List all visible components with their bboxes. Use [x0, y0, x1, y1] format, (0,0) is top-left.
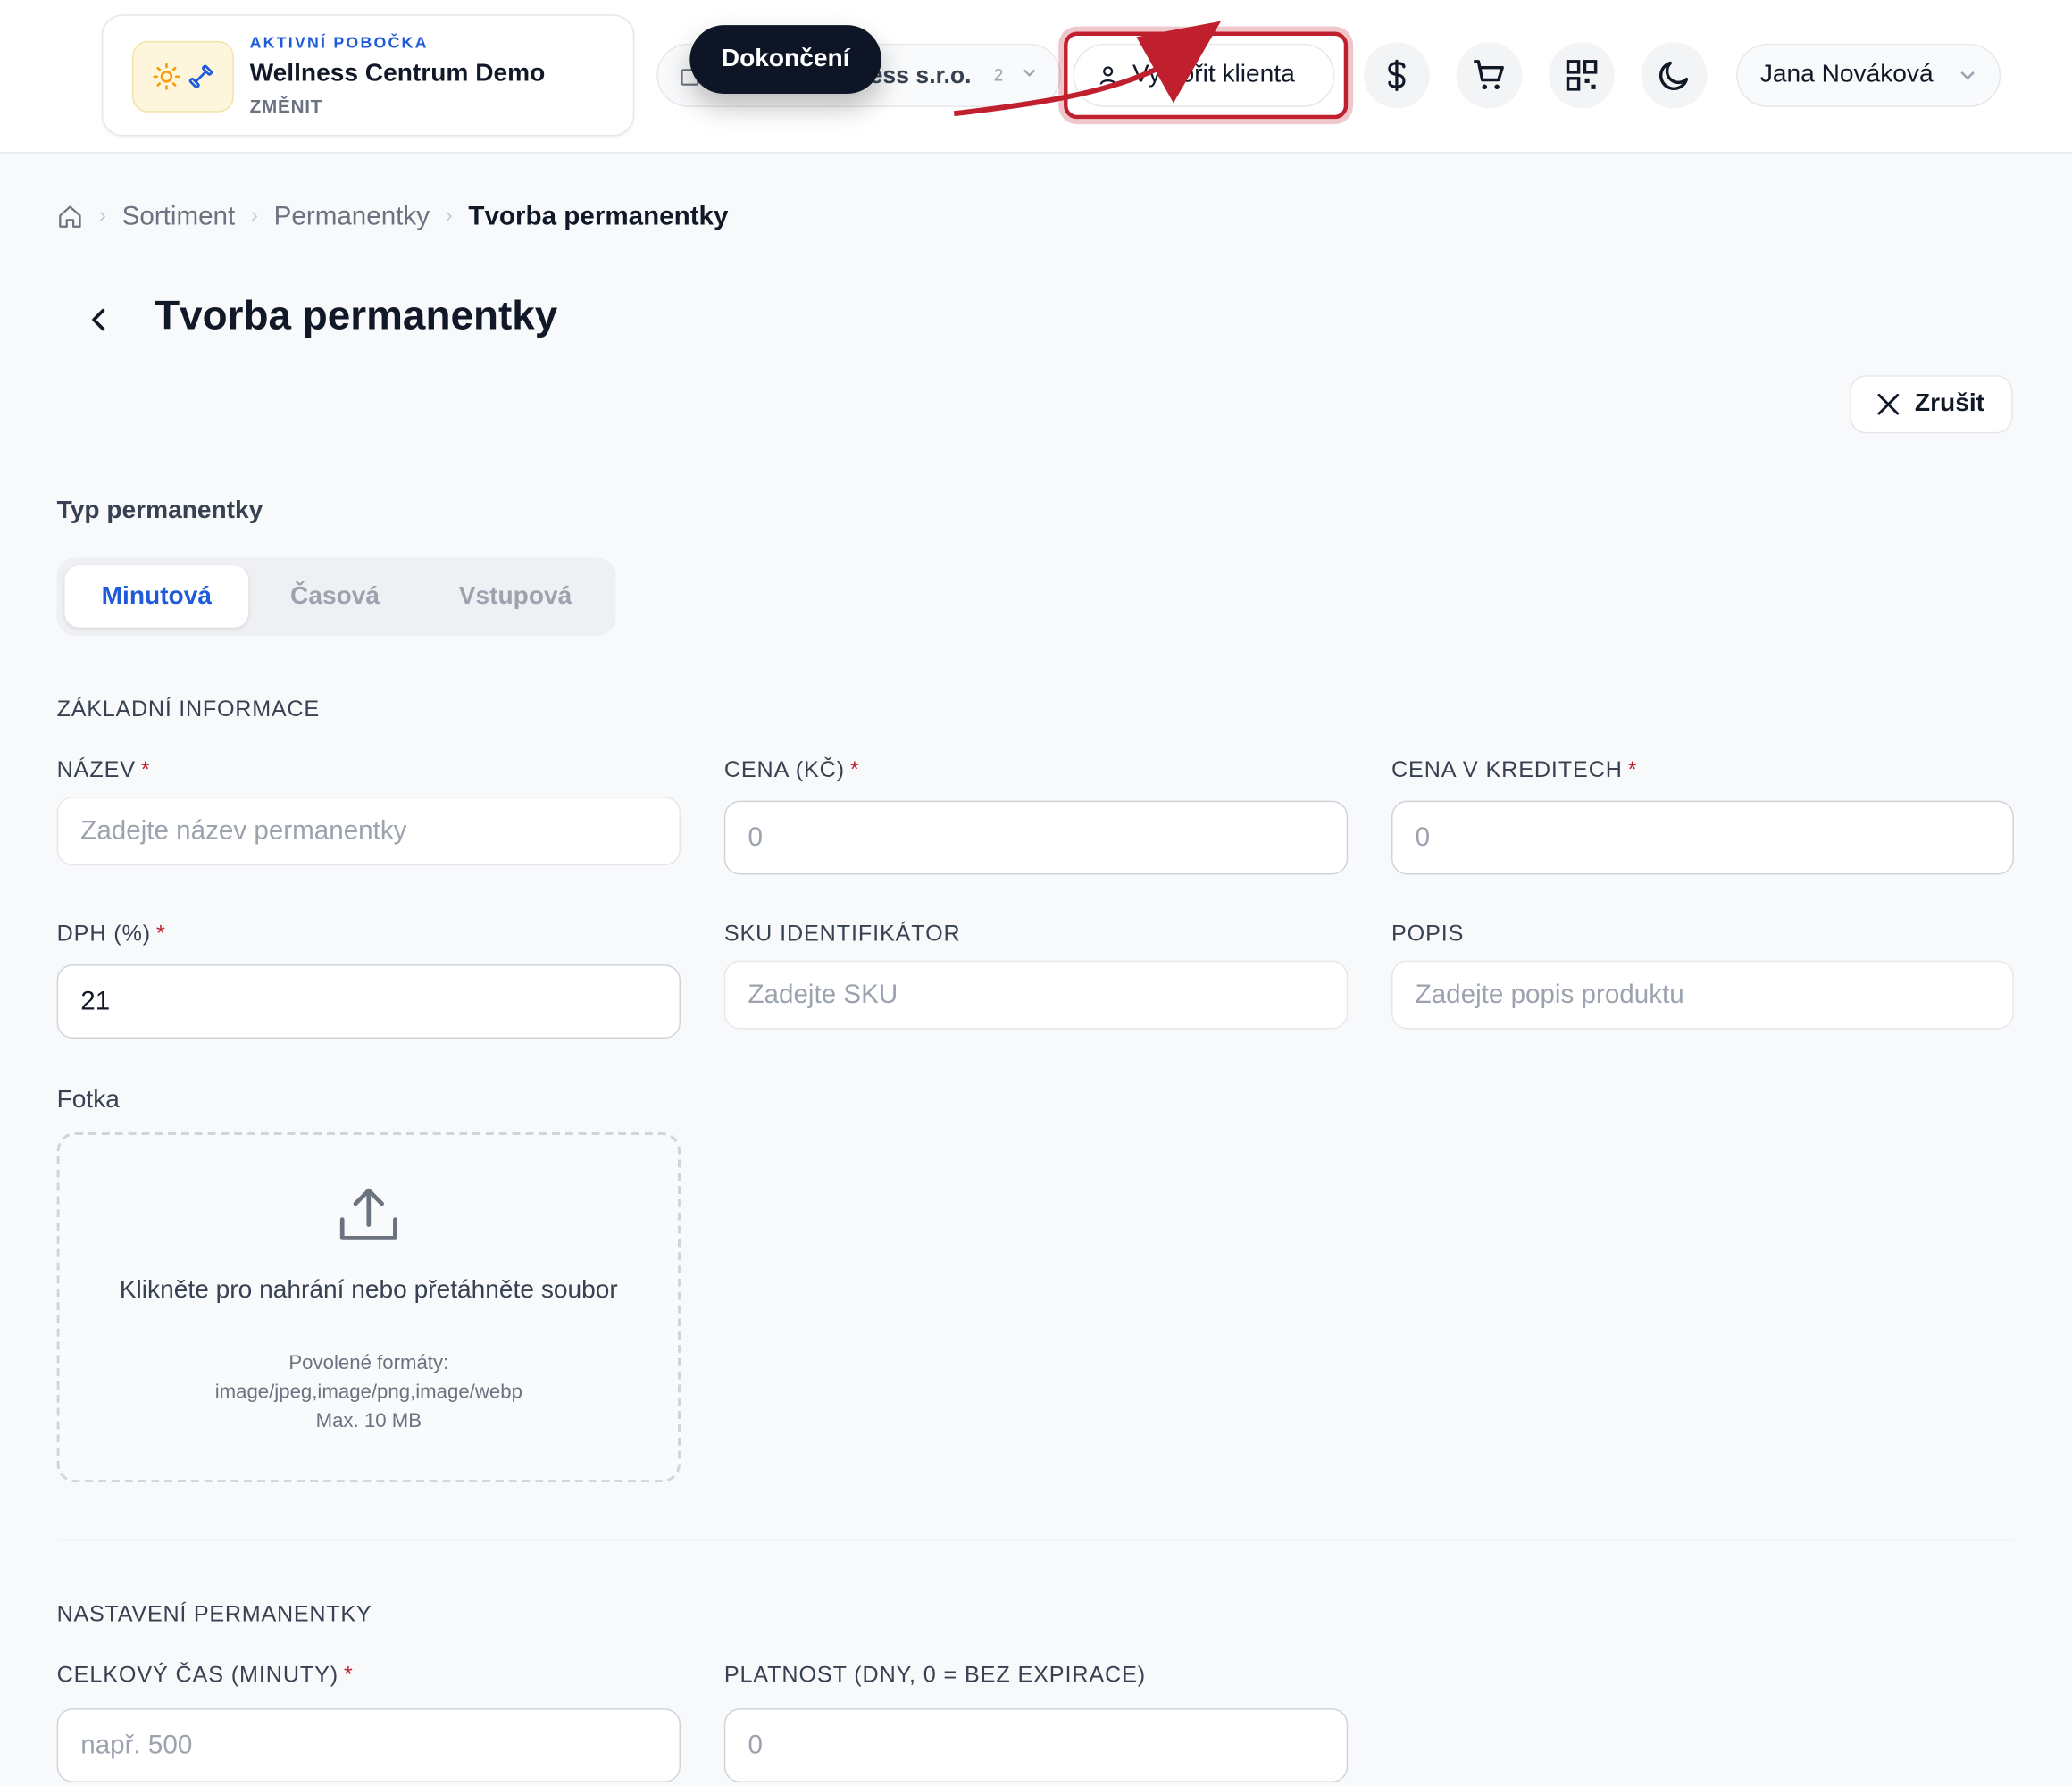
total-time-input[interactable]: např. 500 — [56, 1708, 681, 1782]
cart-icon — [1474, 60, 1504, 90]
breadcrumb: › Sortiment › Permanentky › Tvorba perma… — [57, 198, 729, 235]
upload-formats-label: Povolené formáty: — [288, 1351, 449, 1374]
branch-kicker: AKTIVNÍ POBOČKA — [249, 32, 429, 52]
required-mark: * — [1627, 756, 1638, 782]
name-label-text: NÁZEV — [56, 756, 136, 782]
breadcrumb-separator: › — [98, 204, 106, 228]
section-basic-info: ZÁKLADNÍ INFORMACE — [56, 696, 320, 722]
photo-label: Fotka — [56, 1086, 120, 1114]
required-mark: * — [155, 921, 166, 947]
cancel-button[interactable]: Zrušit — [1850, 375, 2013, 434]
cart-button[interactable] — [1456, 42, 1523, 109]
sku-input[interactable]: Zadejte SKU — [723, 960, 1349, 1030]
branch-switcher[interactable]: AKTIVNÍ POBOČKA Wellness Centrum Demo ZM… — [101, 14, 635, 137]
qr-code-icon — [1566, 60, 1598, 91]
sku-label: SKU IDENTIFIKÁTOR — [723, 921, 961, 947]
user-name: Jana Nováková — [1759, 61, 1934, 89]
price-label: CENA (KČ) * — [724, 757, 860, 784]
cashier-button[interactable] — [1363, 42, 1430, 109]
qr-button[interactable] — [1549, 42, 1616, 109]
required-mark: * — [140, 756, 151, 782]
type-label: Typ permanentky — [56, 497, 263, 525]
theme-toggle[interactable] — [1641, 42, 1708, 109]
chevron-down-icon — [1023, 69, 1036, 77]
tab-vstupova[interactable]: Vstupová — [422, 565, 607, 628]
section-settings: NASTAVENÍ PERMANENTKY — [56, 1601, 372, 1627]
chevron-down-icon — [1960, 71, 1975, 80]
tab-minutova[interactable]: Minutová — [64, 565, 249, 628]
vat-input[interactable]: 21 — [56, 964, 681, 1039]
back-button[interactable] — [77, 298, 119, 340]
page-title: Tvorba permanentky — [155, 291, 558, 338]
upload-max-size: Max. 10 MB — [315, 1409, 422, 1432]
user-menu[interactable]: Jana Nováková — [1736, 43, 2001, 107]
dollar-icon — [1388, 59, 1406, 91]
breadcrumb-separator: › — [251, 204, 258, 228]
required-mark: * — [849, 756, 860, 782]
branch-logo — [131, 40, 234, 113]
user-plus-icon — [1099, 66, 1116, 85]
total-time-label-text: CELKOVÝ ČAS (MINUTY) — [56, 1662, 339, 1688]
vat-label-text: DPH (%) — [56, 921, 152, 947]
dumbbell-icon — [188, 64, 213, 89]
price-label-text: CENA (KČ) — [723, 756, 845, 782]
name-label: NÁZEV * — [57, 757, 151, 784]
branch-name: Wellness Centrum Demo — [249, 59, 546, 88]
breadcrumb-current: Tvorba permanentky — [468, 201, 729, 231]
breadcrumb-item-sortiment[interactable]: Sortiment — [122, 202, 236, 232]
upload-formats: image/jpeg,image/png,image/webp — [214, 1381, 522, 1404]
top-bar: AKTIVNÍ POBOČKA Wellness Centrum Demo ZM… — [0, 0, 2072, 154]
create-client-button[interactable]: Vytvořit klienta — [1073, 43, 1335, 107]
vat-label: DPH (%) * — [57, 921, 166, 947]
moon-icon — [1658, 61, 1689, 91]
total-time-label: CELKOVÝ ČAS (MINUTY) * — [57, 1662, 354, 1689]
credits-label-text: CENA V KREDITECH — [1391, 756, 1623, 782]
description-label: POPIS — [1391, 921, 1465, 947]
tour-tooltip[interactable]: Dokončení — [689, 25, 881, 95]
cancel-label: Zrušit — [1914, 389, 1985, 418]
create-client-label: Vytvořit klienta — [1132, 61, 1295, 89]
breadcrumb-item-permanentky[interactable]: Permanentky — [274, 202, 430, 232]
type-segmented-control: Minutová Časová Vstupová — [56, 557, 616, 636]
price-input[interactable]: 0 — [723, 800, 1349, 875]
company-name: ess s.r.o. — [869, 62, 972, 89]
credits-label: CENA V KREDITECH * — [1391, 757, 1637, 784]
upload-icon — [339, 1188, 397, 1240]
credits-input[interactable]: 0 — [1391, 800, 2014, 875]
tab-casova[interactable]: Časová — [248, 565, 422, 628]
photo-dropzone[interactable]: Klikněte pro nahrání nebo přetáhněte sou… — [56, 1132, 681, 1483]
validity-label: PLATNOST (DNY, 0 = BEZ EXPIRACE) — [723, 1662, 1147, 1688]
description-input[interactable]: Zadejte popis produktu — [1391, 960, 2014, 1030]
required-mark: * — [343, 1662, 354, 1688]
company-count: 2 — [993, 64, 1004, 85]
validity-input[interactable]: 0 — [723, 1708, 1349, 1782]
breadcrumb-separator: › — [445, 204, 453, 228]
chevron-left-icon — [92, 308, 105, 331]
close-icon — [1877, 393, 1900, 415]
home-icon[interactable] — [57, 204, 84, 230]
upload-instructions: Klikněte pro nahrání nebo přetáhněte sou… — [119, 1276, 618, 1305]
name-input[interactable]: Zadejte název permanentky — [56, 797, 681, 866]
branch-change-link[interactable]: ZMĚNIT — [250, 96, 323, 117]
sun-icon — [152, 63, 180, 90]
